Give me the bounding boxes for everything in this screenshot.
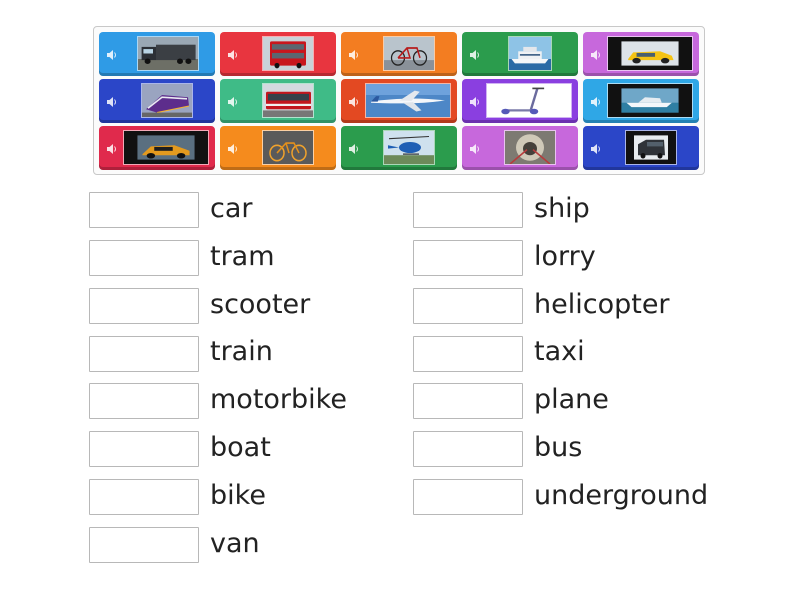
boat-photo (607, 83, 693, 118)
speaker-icon[interactable] (590, 140, 602, 154)
word-label: taxi (534, 336, 585, 367)
word-label: bus (534, 432, 583, 463)
speaker-icon[interactable] (469, 140, 481, 154)
tram-photo (262, 83, 314, 118)
image-tile-panel (93, 26, 705, 175)
word-label: lorry (534, 241, 596, 272)
drop-box[interactable] (413, 192, 523, 228)
drop-box[interactable] (89, 383, 199, 419)
drop-box[interactable] (413, 479, 523, 515)
image-tile-train[interactable] (99, 79, 215, 123)
drop-box[interactable] (413, 383, 523, 419)
taxi-photo (607, 36, 693, 71)
speaker-icon[interactable] (227, 46, 239, 60)
drop-box[interactable] (413, 431, 523, 467)
drop-box[interactable] (89, 527, 199, 563)
image-tile-van[interactable] (583, 126, 699, 170)
drop-box[interactable] (89, 240, 199, 276)
image-tile-bus[interactable] (220, 32, 336, 76)
ship-photo (508, 36, 552, 71)
word-label: motorbike (210, 384, 347, 415)
bike-photo (383, 36, 435, 71)
speaker-icon[interactable] (348, 46, 360, 60)
word-label: train (210, 336, 273, 367)
drop-box[interactable] (89, 288, 199, 324)
speaker-icon[interactable] (227, 140, 239, 154)
image-tile-helicopter[interactable] (341, 126, 457, 170)
speaker-icon[interactable] (106, 93, 118, 107)
scooter-photo (486, 83, 572, 118)
drop-box[interactable] (89, 479, 199, 515)
speaker-icon[interactable] (590, 46, 602, 60)
image-tile-taxi[interactable] (583, 32, 699, 76)
speaker-icon[interactable] (106, 46, 118, 60)
drop-box[interactable] (413, 240, 523, 276)
image-tile-lorry[interactable] (99, 32, 215, 76)
image-tile-motorbike[interactable] (220, 126, 336, 170)
word-label: car (210, 193, 253, 224)
bus-photo (262, 36, 314, 71)
image-tile-boat[interactable] (583, 79, 699, 123)
drop-box[interactable] (413, 336, 523, 372)
speaker-icon[interactable] (348, 140, 360, 154)
image-tile-underground[interactable] (462, 126, 578, 170)
image-tile-plane[interactable] (341, 79, 457, 123)
word-label: boat (210, 432, 271, 463)
speaker-icon[interactable] (348, 93, 360, 107)
image-tile-tram[interactable] (220, 79, 336, 123)
speaker-icon[interactable] (469, 93, 481, 107)
car-photo (123, 130, 209, 165)
word-label: bike (210, 480, 266, 511)
train-photo (141, 83, 193, 118)
underground-photo (504, 130, 556, 165)
speaker-icon[interactable] (227, 93, 239, 107)
motorbike-photo (262, 130, 314, 165)
plane-photo (365, 83, 451, 118)
word-label: underground (534, 480, 709, 511)
speaker-icon[interactable] (469, 46, 481, 60)
word-label: helicopter (534, 289, 670, 320)
image-tile-bike[interactable] (341, 32, 457, 76)
word-label: van (210, 528, 260, 559)
van-photo (625, 130, 677, 165)
helicopter-photo (383, 130, 435, 165)
word-label: tram (210, 241, 275, 272)
speaker-icon[interactable] (590, 93, 602, 107)
image-tile-ship[interactable] (462, 32, 578, 76)
drop-box[interactable] (89, 192, 199, 228)
image-tile-car[interactable] (99, 126, 215, 170)
speaker-icon[interactable] (106, 140, 118, 154)
drop-box[interactable] (89, 336, 199, 372)
drop-box[interactable] (413, 288, 523, 324)
word-label: ship (534, 193, 590, 224)
word-label: plane (534, 384, 609, 415)
lorry-photo (137, 36, 199, 71)
image-tile-scooter[interactable] (462, 79, 578, 123)
drop-box[interactable] (89, 431, 199, 467)
word-label: scooter (210, 289, 311, 320)
